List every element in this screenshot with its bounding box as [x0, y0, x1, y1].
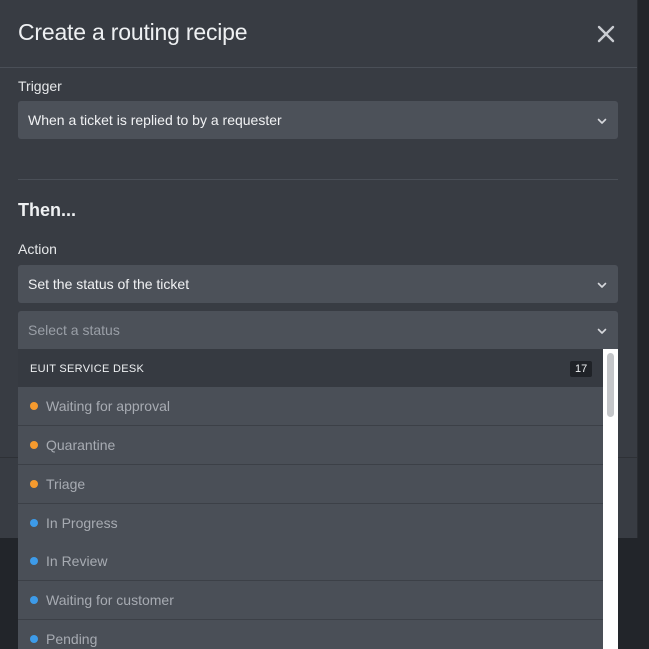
status-dot-icon	[30, 635, 38, 643]
close-button[interactable]	[592, 20, 620, 48]
status-option[interactable]: Pending	[18, 620, 603, 649]
status-select[interactable]: Select a status	[18, 311, 618, 349]
status-option[interactable]: In Progress	[18, 504, 603, 543]
status-option-label: Waiting for customer	[46, 592, 174, 608]
trigger-select[interactable]: When a ticket is replied to by a request…	[18, 101, 618, 139]
status-option[interactable]: Waiting for customer	[18, 581, 603, 620]
status-dot-icon	[30, 596, 38, 604]
status-dot-icon	[30, 402, 38, 410]
backdrop-strip	[618, 538, 649, 649]
status-group-count-badge: 17	[570, 361, 593, 377]
status-group-header: EUIT SERVICE DESK 17	[18, 349, 603, 388]
status-option-label: Pending	[46, 631, 98, 647]
close-icon	[597, 25, 615, 43]
status-option[interactable]: In Review	[18, 542, 603, 581]
status-option-label: Quarantine	[46, 437, 116, 453]
status-option-label: Waiting for approval	[46, 398, 170, 414]
status-group-name: EUIT SERVICE DESK	[30, 363, 145, 375]
status-option[interactable]: Quarantine	[18, 426, 603, 465]
status-dot-icon	[30, 480, 38, 488]
action-label: Action	[18, 241, 57, 257]
chevron-down-icon	[597, 118, 607, 124]
action-select[interactable]: Set the status of the ticket	[18, 265, 618, 303]
then-section-title: Then...	[18, 200, 76, 220]
chevron-down-icon	[597, 282, 607, 288]
trigger-label: Trigger	[18, 78, 62, 94]
section-divider	[18, 179, 618, 180]
modal-title: Create a routing recipe	[18, 19, 248, 45]
chevron-down-icon	[597, 328, 607, 334]
modal-header: Create a routing recipe	[0, 0, 637, 68]
status-dot-icon	[30, 441, 38, 449]
status-option[interactable]: Triage	[18, 465, 603, 504]
status-option-label: In Review	[46, 553, 108, 569]
status-select-placeholder: Select a status	[28, 322, 120, 338]
status-dot-icon	[30, 557, 38, 565]
status-dropdown-menu: EUIT SERVICE DESK 17 Waiting for approva…	[18, 349, 618, 649]
status-option[interactable]: Waiting for approval	[18, 387, 603, 426]
trigger-select-value: When a ticket is replied to by a request…	[28, 112, 282, 128]
status-option-label: In Progress	[46, 515, 118, 531]
status-dot-icon	[30, 519, 38, 527]
dropdown-scrollbar-thumb[interactable]	[607, 353, 614, 417]
action-select-value: Set the status of the ticket	[28, 276, 190, 292]
status-option-label: Triage	[46, 476, 86, 492]
